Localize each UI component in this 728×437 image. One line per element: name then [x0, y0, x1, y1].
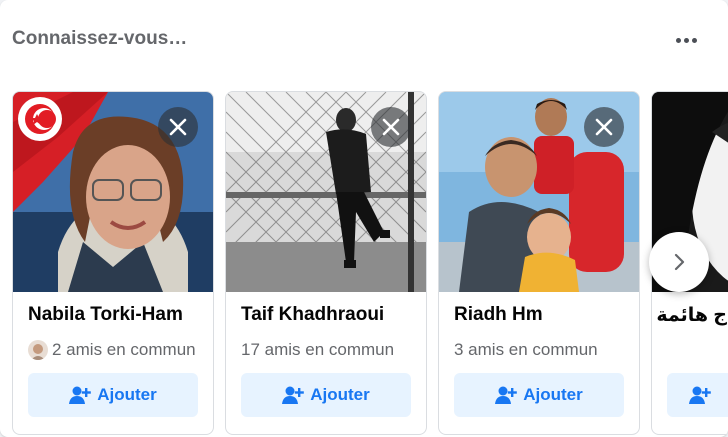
- add-friend-button[interactable]: Ajouter: [454, 373, 624, 417]
- people-you-may-know-panel: Connaissez-vous… Nabila Torki-Ham 2 amis…: [0, 0, 728, 437]
- suggestion-card: Taif Khadhraoui 17 amis en commun Ajoute…: [225, 91, 427, 435]
- section-title: Connaissez-vous…: [12, 28, 188, 49]
- mutual-friends[interactable]: 17 amis en commun: [241, 340, 426, 360]
- add-friend-icon: [689, 386, 711, 404]
- chevron-right-icon: [674, 253, 685, 271]
- add-friend-icon: [495, 386, 518, 404]
- mutual-friends-text: 2 amis en commun: [52, 340, 196, 359]
- person-name[interactable]: Taif Khadhraoui: [241, 304, 426, 326]
- add-friend-button[interactable]: Ajouter: [241, 373, 411, 417]
- dismiss-button[interactable]: [584, 107, 624, 147]
- add-friend-label: Ajouter: [523, 385, 583, 404]
- mutual-friends[interactable]: 3 amis en commun: [454, 340, 639, 360]
- person-name[interactable]: Nabila Torki-Ham: [28, 304, 213, 326]
- add-friend-icon: [69, 386, 92, 404]
- dismiss-button[interactable]: [371, 107, 411, 147]
- mutual-friends[interactable]: 2 amis en commun: [28, 340, 213, 360]
- more-options-button[interactable]: [664, 22, 708, 58]
- add-friend-label: Ajouter: [97, 385, 157, 404]
- mutual-friends-text: 3 amis en commun: [454, 340, 598, 359]
- mutual-friends-text: 17 amis en commun: [241, 340, 395, 359]
- suggestion-card: Riadh Hm 3 amis en commun Ajouter: [438, 91, 640, 435]
- more-horizontal-icon: [675, 37, 697, 43]
- add-friend-button[interactable]: Ajouter: [28, 373, 198, 417]
- close-icon: [169, 118, 187, 136]
- close-icon: [595, 118, 613, 136]
- add-friend-icon: [282, 386, 305, 404]
- close-icon: [382, 118, 400, 136]
- person-name[interactable]: ج هائمة: [652, 304, 727, 327]
- mutual-friend-avatar: [28, 340, 48, 360]
- add-friend-button[interactable]: [667, 373, 728, 417]
- suggestion-card: Nabila Torki-Ham 2 amis en commun Ajoute…: [12, 91, 214, 435]
- dismiss-button[interactable]: [158, 107, 198, 147]
- next-button[interactable]: [649, 232, 709, 292]
- add-friend-label: Ajouter: [310, 385, 370, 404]
- person-name[interactable]: Riadh Hm: [454, 304, 639, 326]
